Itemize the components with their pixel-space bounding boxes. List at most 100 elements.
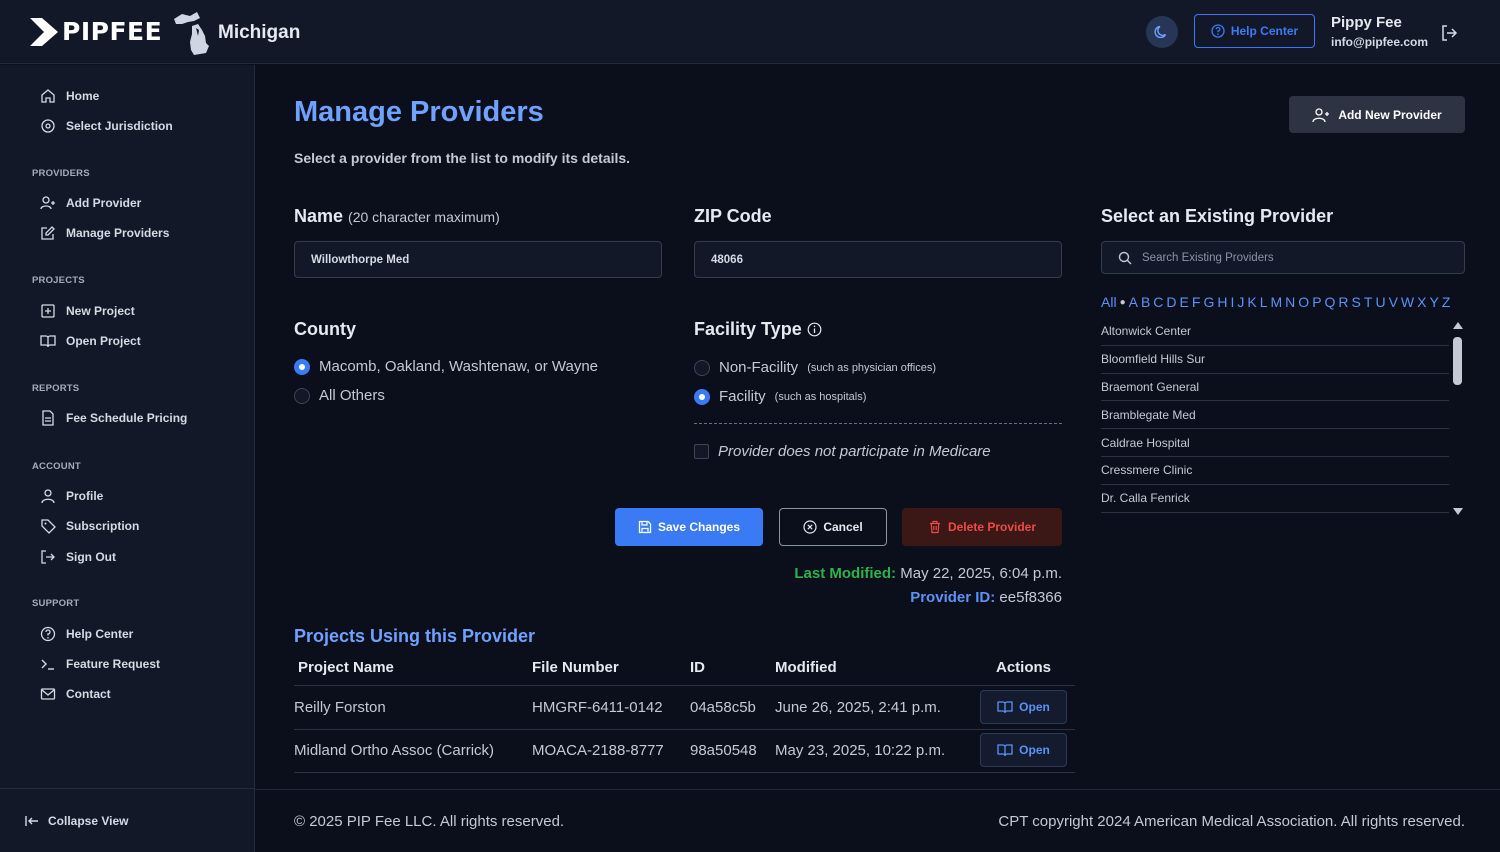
provider-list-item[interactable]: Bloomfield Hills Sur [1101, 346, 1449, 374]
collapse-view-label: Collapse View [48, 814, 129, 828]
theme-toggle-button[interactable] [1146, 16, 1178, 48]
sidebar-item-manage-providers[interactable]: Manage Providers [40, 223, 169, 243]
alpha-filter-letter[interactable]: A [1129, 294, 1138, 310]
alpha-filter-letter[interactable]: D [1166, 294, 1176, 310]
header-help-center-button[interactable]: Help Center [1194, 14, 1315, 48]
user-icon [41, 489, 55, 504]
alpha-filter-letter[interactable]: M [1271, 294, 1283, 310]
alpha-filter-letter[interactable]: W [1401, 294, 1414, 310]
medicare-checkbox[interactable] [694, 444, 709, 459]
info-icon[interactable] [807, 322, 822, 337]
alpha-filter-letter[interactable]: P [1312, 294, 1321, 310]
save-changes-button[interactable]: Save Changes [615, 508, 763, 546]
cpt-copyright-text: CPT copyright 2024 American Medical Asso… [998, 813, 1465, 830]
alpha-filter-letter[interactable]: C [1153, 294, 1163, 310]
table-cell-project-name: Reilly Forston [294, 699, 386, 716]
county-option-others[interactable]: All Others [294, 387, 385, 404]
sidebar: Home Select Jurisdiction PROVIDERS Add P… [0, 65, 255, 852]
table-cell-modified: June 26, 2025, 2:41 p.m. [775, 699, 941, 716]
sidebar-section-title: PROVIDERS [32, 168, 90, 179]
open-project-button[interactable]: Open [980, 690, 1067, 724]
provider-list-item[interactable]: Cressmere Clinic [1101, 457, 1449, 485]
sidebar-item-sign-out[interactable]: Sign Out [40, 547, 116, 567]
alpha-filter-letter[interactable]: G [1203, 294, 1214, 310]
alpha-filter-letter[interactable]: U [1375, 294, 1385, 310]
radio-button-unchecked[interactable] [694, 359, 710, 376]
sidebar-item-feature-request[interactable]: Feature Request [40, 654, 160, 674]
sign-out-icon [41, 550, 55, 564]
sidebar-item-label: New Project [66, 304, 135, 318]
help-circle-icon [40, 626, 56, 642]
top-header: PIPFEE Michigan Help Center Pippy Fee in… [0, 0, 1500, 64]
moon-icon [1154, 25, 1167, 39]
cancel-button[interactable]: Cancel [779, 508, 887, 546]
sidebar-item-subscription[interactable]: Subscription [40, 516, 139, 536]
sidebar-item-label: Manage Providers [66, 226, 170, 240]
radio-button-unchecked[interactable] [294, 387, 310, 404]
column-header-modified: Modified [775, 659, 837, 676]
delete-provider-button[interactable]: Delete Provider [902, 508, 1062, 546]
alpha-filter-letter[interactable]: Q [1325, 294, 1336, 310]
pipfee-logo[interactable]: PIPFEE [30, 17, 162, 46]
alpha-filter-letter[interactable]: L [1260, 294, 1268, 310]
medicare-checkbox-row[interactable]: Provider does not participate in Medicar… [694, 443, 991, 460]
user-plus-icon [1312, 107, 1330, 122]
sidebar-item-help-center[interactable]: Help Center [40, 624, 133, 644]
alpha-filter-all[interactable]: All [1101, 294, 1117, 310]
provider-list-item[interactable]: Braemont General [1101, 374, 1449, 402]
sidebar-item-new-project[interactable]: New Project [40, 301, 135, 321]
facility-type-label: Facility Type [694, 319, 822, 340]
alpha-filter-letter[interactable]: E [1180, 294, 1189, 310]
alpha-filter-letter[interactable]: I [1230, 294, 1234, 310]
existing-provider-title: Select an Existing Provider [1101, 206, 1334, 226]
county-option-metro[interactable]: Macomb, Oakland, Washtenaw, or Wayne [294, 358, 598, 375]
sidebar-section-title: ACCOUNT [32, 461, 81, 472]
sidebar-item-home[interactable]: Home [40, 86, 99, 106]
edit-icon [41, 226, 55, 240]
radio-button-checked[interactable] [294, 358, 310, 375]
facility-option-facility[interactable]: Facility (such as hospitals) [694, 388, 866, 405]
sidebar-item-add-provider[interactable]: Add Provider [40, 193, 141, 213]
logout-icon[interactable] [1440, 24, 1458, 42]
add-new-provider-button[interactable]: Add New Provider [1289, 96, 1465, 133]
sidebar-item-contact[interactable]: Contact [40, 684, 111, 704]
user-info[interactable]: Pippy Fee info@pipfee.com [1331, 14, 1428, 49]
facility-option-non-facility[interactable]: Non-Facility (such as physician offices) [694, 359, 936, 376]
alpha-filter-letter[interactable]: V [1389, 294, 1398, 310]
alpha-filter-letter[interactable]: Z [1442, 294, 1451, 310]
sidebar-item-fee-schedule-pricing[interactable]: Fee Schedule Pricing [40, 408, 187, 428]
alpha-filter-letter[interactable]: N [1285, 294, 1295, 310]
scroll-down-arrow-icon[interactable] [1453, 508, 1463, 515]
open-project-button[interactable]: Open [980, 733, 1067, 767]
collapse-view-button[interactable]: Collapse View [24, 813, 128, 829]
alpha-filter-letter[interactable]: J [1237, 294, 1244, 310]
sidebar-item-profile[interactable]: Profile [40, 486, 103, 506]
alpha-filter-letter[interactable]: X [1417, 294, 1426, 310]
jurisdiction-badge[interactable]: Michigan [172, 10, 300, 56]
alpha-filter-letter[interactable]: F [1192, 294, 1201, 310]
alpha-filter-letter[interactable]: R [1338, 294, 1348, 310]
scroll-up-arrow-icon[interactable] [1453, 322, 1463, 329]
provider-list-item[interactable]: Caldrae Hospital [1101, 429, 1449, 457]
radio-button-checked[interactable] [694, 388, 710, 405]
alpha-filter-letter[interactable]: H [1217, 294, 1227, 310]
alpha-filter-letter[interactable]: S [1352, 294, 1361, 310]
provider-list-item[interactable]: Altonwick Center [1101, 318, 1449, 346]
sidebar-item-open-project[interactable]: Open Project [40, 331, 141, 351]
scroll-thumb[interactable] [1453, 337, 1462, 385]
sidebar-item-select-jurisdiction[interactable]: Select Jurisdiction [40, 116, 173, 136]
logo-chevron-icon [30, 17, 58, 46]
alpha-filter-letter[interactable]: T [1364, 294, 1373, 310]
provider-search-input[interactable] [1142, 251, 1442, 264]
provider-list-item[interactable]: Dr. Calla Fenrick [1101, 485, 1449, 513]
alpha-filter-letter[interactable]: B [1141, 294, 1150, 310]
provider-name-field[interactable]: Willowthorpe Med [294, 241, 662, 278]
provider-list-item[interactable]: Bramblegate Med [1101, 401, 1449, 430]
alpha-filter-letter[interactable]: O [1298, 294, 1309, 310]
provider-search-box[interactable] [1101, 241, 1465, 274]
zip-code-field[interactable]: 48066 [694, 241, 1062, 278]
alpha-filter-letter[interactable]: K [1247, 294, 1256, 310]
alpha-filter-letter[interactable]: Y [1429, 294, 1438, 310]
provider-list-scrollbar[interactable] [1450, 318, 1465, 519]
medicare-label: Provider does not participate in Medicar… [718, 443, 991, 460]
